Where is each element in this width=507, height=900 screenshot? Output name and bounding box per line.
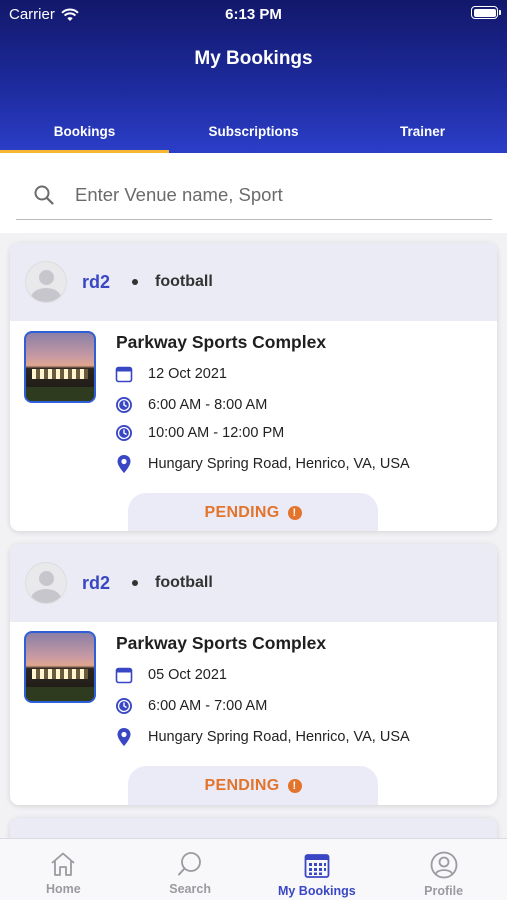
status-label: PENDING — [204, 504, 280, 521]
clock: 6:13 PM — [225, 6, 282, 23]
location-pin-icon — [114, 454, 134, 474]
separator-dot — [132, 279, 139, 285]
search-bar — [16, 171, 492, 220]
booking-slot: 10:00 AM - 12:00 PM — [148, 425, 285, 441]
booking-sport: football — [155, 574, 213, 591]
nav-my-bookings[interactable]: My Bookings — [254, 839, 381, 900]
avatar — [25, 562, 67, 604]
nav-profile[interactable]: Profile — [380, 839, 507, 900]
nav-profile-label: Profile — [424, 884, 464, 898]
clock-icon — [114, 395, 134, 415]
booking-address: Hungary Spring Road, Henrico, VA, USA — [148, 456, 410, 472]
booking-username: rd2 — [82, 271, 111, 292]
page-title: My Bookings — [194, 48, 313, 69]
profile-icon — [430, 851, 458, 879]
nav-home[interactable]: Home — [0, 839, 127, 900]
status-label: PENDING — [204, 777, 280, 794]
tab-trainer[interactable]: Trainer — [338, 112, 507, 153]
bottom-nav: Home Search My Bookings Profile — [0, 838, 507, 900]
venue-name: Parkway Sports Complex — [116, 633, 327, 653]
alert-icon: ! — [287, 506, 302, 520]
tab-bar: Bookings Subscriptions Trainer — [0, 112, 507, 153]
calendar-icon — [114, 364, 134, 384]
status-badge: PENDING ! — [128, 766, 378, 805]
booking-address: Hungary Spring Road, Henrico, VA, USA — [148, 729, 410, 745]
home-icon — [51, 852, 75, 876]
booking-card[interactable]: rd2 football Parkway Sports Complex 12 O… — [10, 243, 497, 531]
search-icon[interactable] — [33, 184, 55, 206]
booking-slot: 6:00 AM - 7:00 AM — [148, 698, 268, 714]
search-section — [0, 153, 507, 233]
search-input[interactable] — [75, 184, 455, 206]
booking-card-peek[interactable] — [10, 818, 497, 838]
nav-search-label: Search — [169, 882, 211, 896]
nav-my-bookings-label: My Bookings — [277, 884, 356, 898]
status-badge: PENDING ! — [128, 493, 378, 531]
battery-icon — [471, 6, 501, 19]
clock-icon — [114, 696, 134, 716]
calendar-icon — [114, 665, 134, 685]
booking-slot-row: 6:00 AM - 8:00 AM — [114, 395, 267, 415]
booking-slot-row: 10:00 AM - 12:00 PM — [114, 423, 284, 443]
booking-username: rd2 — [82, 572, 111, 593]
tab-subscriptions[interactable]: Subscriptions — [169, 112, 338, 153]
booking-card[interactable]: rd2 football Parkway Sports Complex 05 O… — [10, 544, 497, 805]
venue-image — [24, 631, 96, 703]
tab-bookings[interactable]: Bookings — [0, 112, 169, 153]
booking-card-header: rd2 football — [10, 544, 497, 622]
separator-dot — [132, 580, 139, 586]
location-pin-icon — [114, 727, 134, 747]
venue-image — [24, 331, 96, 403]
booking-card-header: rd2 football — [10, 243, 497, 321]
nav-search[interactable]: Search — [127, 839, 254, 900]
venue-name: Parkway Sports Complex — [116, 332, 327, 352]
status-bar: Carrier 6:13 PM — [0, 0, 507, 28]
calendar-icon — [304, 854, 330, 878]
booking-sport: football — [155, 273, 213, 290]
nav-home-label: Home — [46, 882, 81, 896]
booking-slot-row: 6:00 AM - 7:00 AM — [114, 696, 267, 716]
search-icon — [178, 852, 202, 876]
booking-address-row: Hungary Spring Road, Henrico, VA, USA — [114, 727, 410, 747]
alert-icon: ! — [287, 779, 302, 793]
app-header: Carrier 6:13 PM My Bookings Bookings Sub… — [0, 0, 507, 153]
avatar — [25, 261, 67, 303]
booking-date-row: 05 Oct 2021 — [114, 665, 227, 685]
booking-slot: 6:00 AM - 8:00 AM — [148, 397, 268, 413]
booking-date-row: 12 Oct 2021 — [114, 364, 227, 384]
booking-date: 05 Oct 2021 — [148, 667, 227, 683]
booking-address-row: Hungary Spring Road, Henrico, VA, USA — [114, 454, 410, 474]
booking-date: 12 Oct 2021 — [148, 366, 227, 382]
bookings-list[interactable]: rd2 football Parkway Sports Complex 12 O… — [0, 233, 507, 838]
clock-icon — [114, 423, 134, 443]
